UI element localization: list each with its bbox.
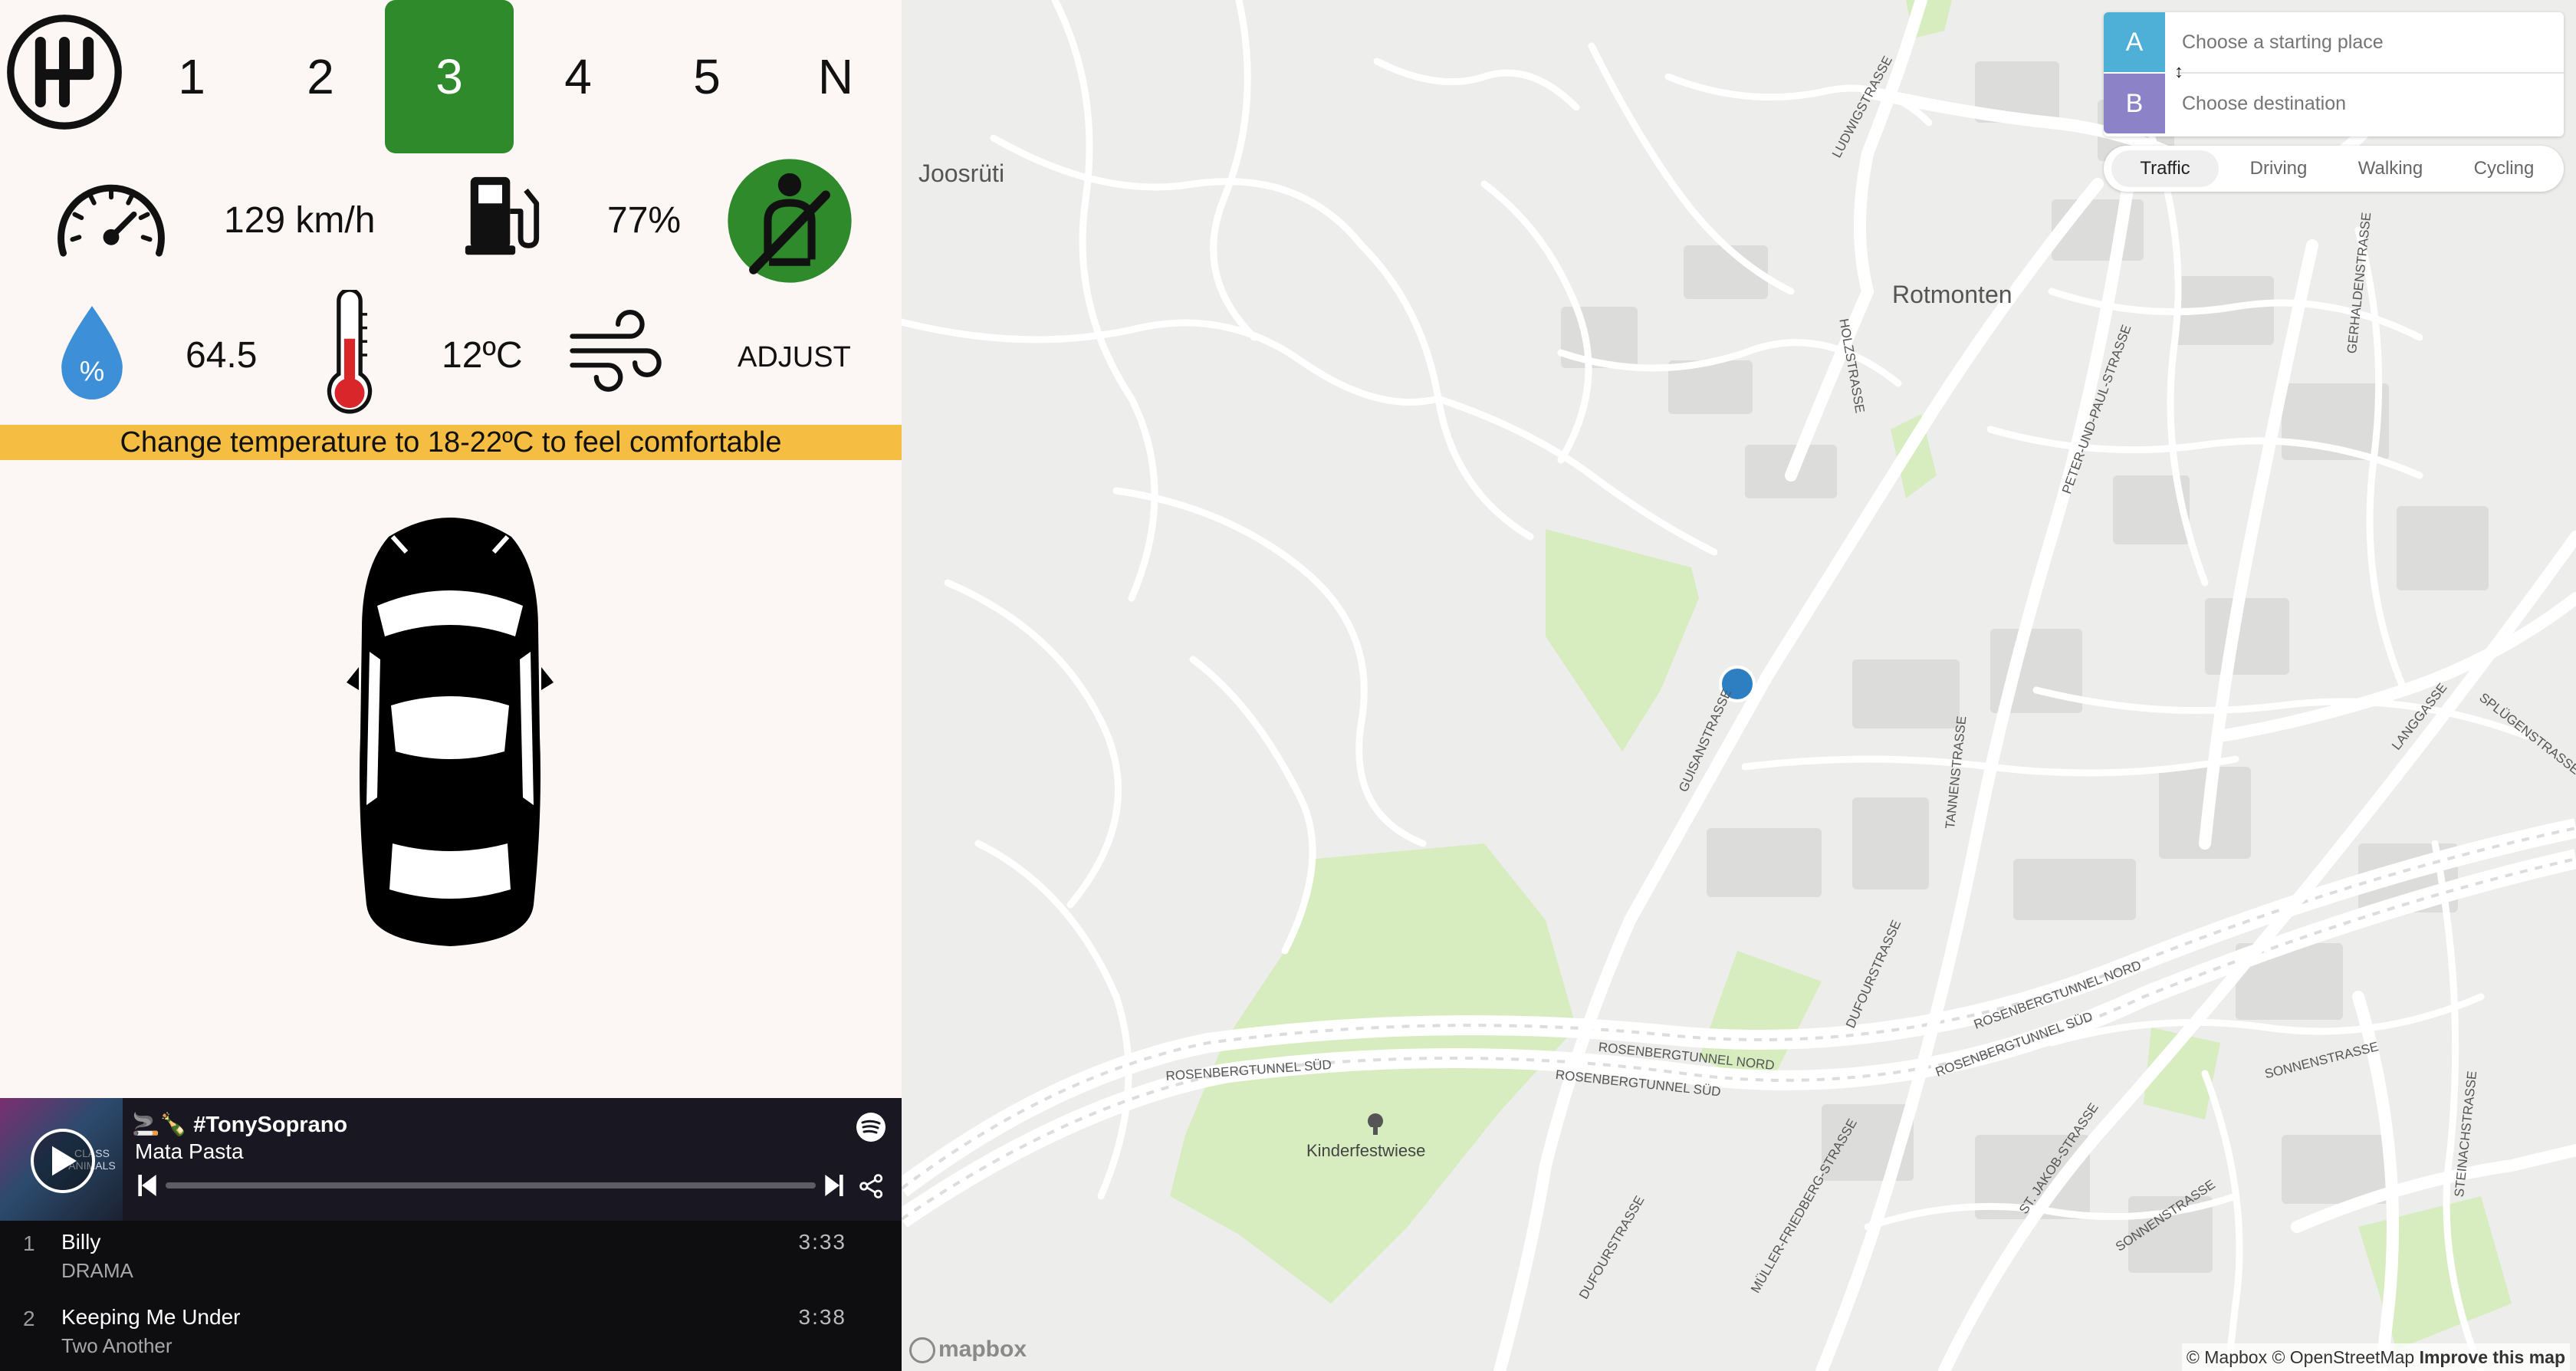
fuel-level-readout: 77% (607, 200, 682, 241)
progress-bar[interactable] (166, 1182, 816, 1189)
map-tiles (902, 0, 2576, 1371)
gear-4[interactable]: 4 (514, 0, 642, 153)
map-view[interactable]: Joosrüti Rotmonten Kinderfestwiese LUDWI… (902, 0, 2576, 1371)
spotify-player: CLASS ANIMALS 🚬🍾 #TonySopranо Mata Pasta (0, 1098, 902, 1221)
destination-badge: B (2104, 74, 2165, 133)
wind-icon (570, 310, 662, 392)
previous-track-icon[interactable] (138, 1175, 156, 1196)
map-label-rotmonten: Rotmonten (1892, 281, 2013, 308)
comfort-banner: Change temperature to 18-22ºC to feel co… (0, 425, 902, 460)
attribution-text[interactable]: © Mapbox © OpenStreetMap (2187, 1347, 2414, 1367)
fuel-pump-icon (465, 176, 540, 255)
map-label-kinderfestwiese: Kinderfestwiese (1306, 1141, 1426, 1160)
humidity-percent-symbol: % (80, 356, 105, 387)
mapbox-logo-text: mapbox (938, 1336, 1027, 1362)
track-list: 1 Billy DRAMA 3:33 2 Keeping Me Under Tw… (0, 1221, 902, 1371)
tab-traffic[interactable]: Traffic (2111, 150, 2219, 187)
improve-map-link[interactable]: Improve this map (2420, 1347, 2565, 1367)
directions-panel: A B ↕ (2104, 12, 2564, 136)
humidity-drop-icon: % (61, 306, 123, 399)
gear-3[interactable]: 3 (385, 0, 514, 153)
origin-input[interactable] (2180, 26, 2551, 58)
song-title[interactable]: Mata Pasta (135, 1139, 244, 1164)
humidity-readout: 64.5 (186, 335, 258, 376)
thermometer-icon (327, 290, 373, 414)
adjust-button[interactable]: ADJUST (738, 334, 851, 380)
dashboard-panel: 1 2 3 4 5 N 129 km/h 77% % 64.5 12ºC ADJ… (0, 0, 902, 1371)
track-duration: 3:38 (798, 1305, 846, 1329)
play-icon (52, 1146, 77, 1176)
artist-name[interactable]: #TonySopranо (193, 1113, 347, 1137)
mapbox-logo-icon (909, 1337, 935, 1363)
track-artist: Two Another (61, 1334, 172, 1357)
tab-driving[interactable]: Driving (2225, 150, 2332, 187)
track-row[interactable]: 2 Keeping Me Under Two Another 3:38 (0, 1296, 902, 1369)
speedometer-icon (58, 184, 165, 257)
track-title: Keeping Me Under (61, 1305, 241, 1329)
play-button[interactable] (31, 1129, 95, 1193)
tab-walking[interactable]: Walking (2337, 150, 2444, 187)
artist-emoji: 🚬🍾 (132, 1113, 188, 1137)
next-track-icon[interactable] (825, 1175, 843, 1196)
share-icon[interactable] (859, 1173, 885, 1199)
seatbelt-icon[interactable] (725, 155, 854, 287)
track-number: 1 (23, 1231, 35, 1255)
origin-badge: A (2104, 12, 2165, 72)
gear-neutral[interactable]: N (771, 0, 900, 153)
gear-5[interactable]: 5 (642, 0, 771, 153)
map-attribution: © Mapbox © OpenStreetMap Improve this ma… (2181, 1343, 2570, 1371)
car-top-view-icon (347, 518, 554, 946)
destination-input[interactable] (2180, 87, 2551, 120)
track-duration: 3:33 (798, 1230, 846, 1254)
input-divider (2177, 72, 2564, 74)
gear-1[interactable]: 1 (127, 0, 256, 153)
gear-shift-icon (7, 15, 122, 130)
track-artist: DRAMA (61, 1259, 133, 1282)
swap-icon[interactable]: ↕ (2174, 61, 2183, 83)
temperature-readout: 12ºC (442, 335, 523, 376)
map-label-joosruti: Joosrüti (918, 159, 1005, 187)
speed-readout: 129 km/h (224, 200, 376, 241)
mapbox-logo[interactable]: mapbox (909, 1336, 1027, 1363)
spotify-logo-icon[interactable] (856, 1112, 886, 1142)
tab-cycling[interactable]: Cycling (2450, 150, 2558, 187)
track-number: 2 (23, 1307, 35, 1330)
track-title: Billy (61, 1230, 101, 1254)
gear-selector: 1 2 3 4 5 N (0, 0, 902, 153)
route-profile-tabs: Traffic Driving Walking Cycling (2104, 146, 2564, 192)
track-row[interactable]: 1 Billy DRAMA 3:33 (0, 1221, 902, 1294)
gear-2[interactable]: 2 (256, 0, 385, 153)
